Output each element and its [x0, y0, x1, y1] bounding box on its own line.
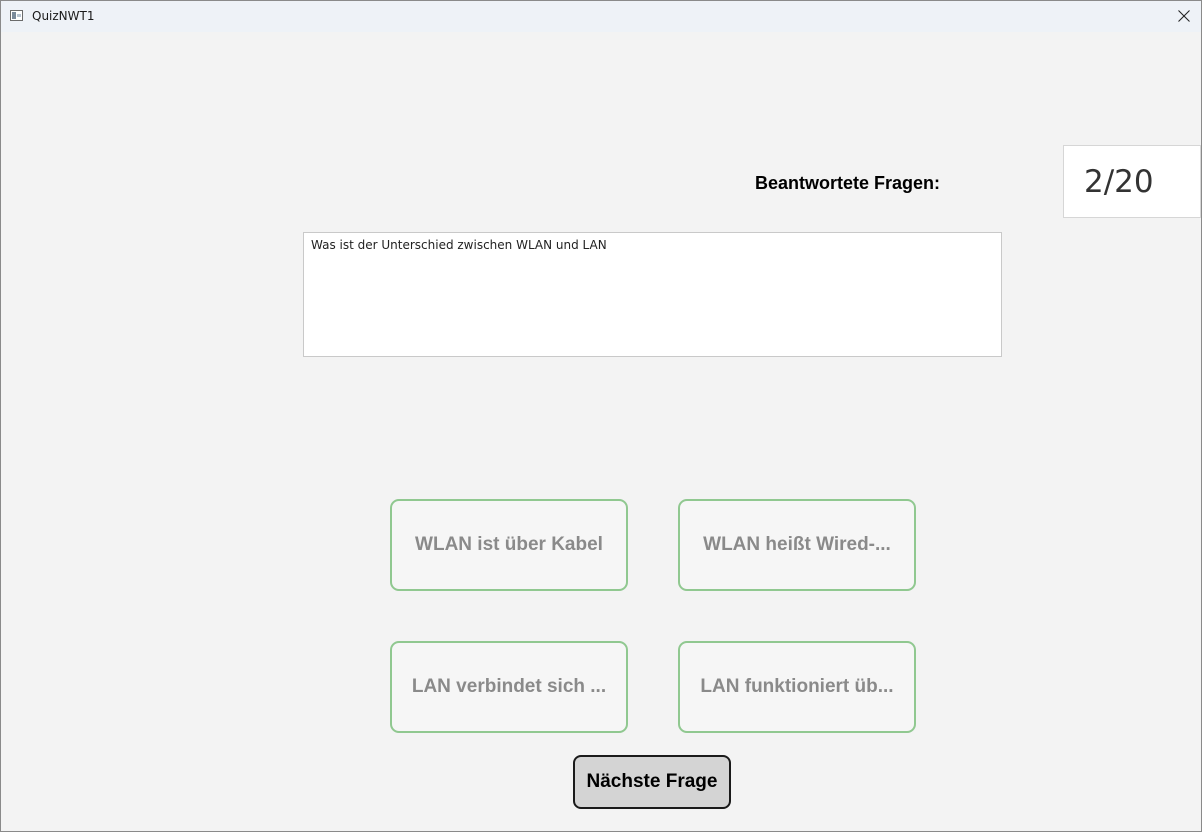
question-text: Was ist der Unterschied zwischen WLAN un…: [311, 238, 607, 252]
answer-button-label: LAN funktioniert üb...: [700, 676, 894, 697]
answered-questions-label: Beantwortete Fragen:: [755, 173, 941, 193]
question-text-area[interactable]: Was ist der Unterschied zwischen WLAN un…: [303, 232, 1002, 357]
answer-button-label: WLAN ist über Kabel: [415, 534, 603, 555]
title-bar: QuizNWT1: [1, 1, 1201, 32]
app-window-icon: [10, 10, 23, 21]
app-window: QuizNWT1 Beantwortete Fragen: 2/20 Was i…: [0, 0, 1202, 832]
answer-button-label: WLAN heißt Wired-...: [703, 534, 891, 555]
window-title: QuizNWT1: [32, 9, 95, 23]
close-icon: [1178, 10, 1190, 22]
close-button[interactable]: [1167, 1, 1201, 32]
answered-counter-field: 2/20: [1063, 145, 1201, 218]
answer-button-2[interactable]: WLAN heißt Wired-...: [678, 499, 916, 591]
answer-button-4[interactable]: LAN funktioniert üb...: [678, 641, 916, 733]
answer-button-1[interactable]: WLAN ist über Kabel: [390, 499, 628, 591]
answer-button-3[interactable]: LAN verbindet sich ...: [390, 641, 628, 733]
answer-button-label: LAN verbindet sich ...: [411, 676, 607, 697]
answered-counter-value: 2/20: [1084, 164, 1154, 200]
next-question-label: Nächste Frage: [586, 771, 718, 792]
next-question-button[interactable]: Nächste Frage: [573, 755, 731, 809]
